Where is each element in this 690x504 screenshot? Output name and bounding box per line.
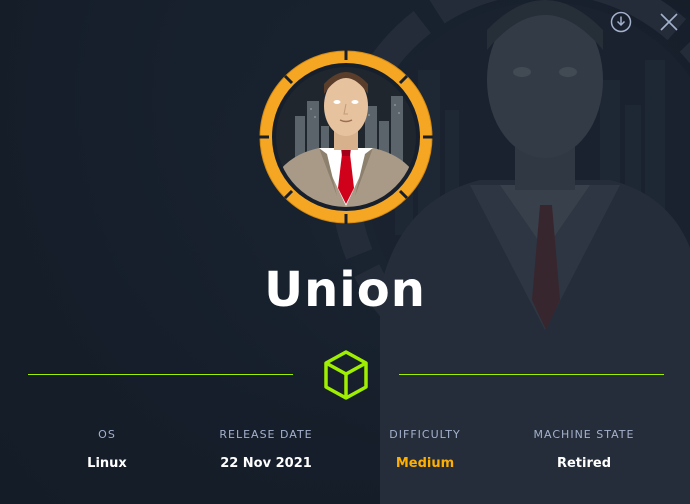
stat-os-label: OS — [98, 428, 116, 441]
stat-difficulty-label: DIFFICULTY — [389, 428, 461, 441]
stat-difficulty: DIFFICULTY Medium — [350, 428, 500, 472]
stat-os: OS Linux — [32, 428, 182, 472]
divider-left — [28, 374, 293, 375]
stat-machine-state-value: Retired — [556, 456, 612, 471]
stat-release-date: RELEASE DATE 22 Nov 2021 — [191, 428, 341, 472]
close-button[interactable] — [657, 10, 681, 34]
machine-stats: OS Linux RELEASE DATE 22 Nov 2021 DIFFIC… — [0, 428, 690, 488]
cube-icon — [324, 350, 368, 400]
download-icon — [610, 11, 632, 33]
close-icon — [660, 13, 678, 31]
machine-avatar — [259, 50, 433, 224]
stat-release-date-label: RELEASE DATE — [219, 428, 313, 441]
stat-machine-state-label: MACHINE STATE — [533, 428, 635, 441]
stat-difficulty-value: Medium — [395, 456, 455, 471]
download-button[interactable] — [609, 10, 633, 34]
stat-machine-state: MACHINE STATE Retired — [509, 428, 659, 472]
divider-right — [399, 374, 664, 375]
machine-name: Union — [264, 262, 426, 318]
machine-info-modal: Union OS Linux RELEASE DATE 22 Nov 2021 … — [0, 0, 690, 504]
stat-release-date-value: 22 Nov 2021 — [220, 456, 312, 471]
stat-os-value: Linux — [87, 456, 127, 471]
